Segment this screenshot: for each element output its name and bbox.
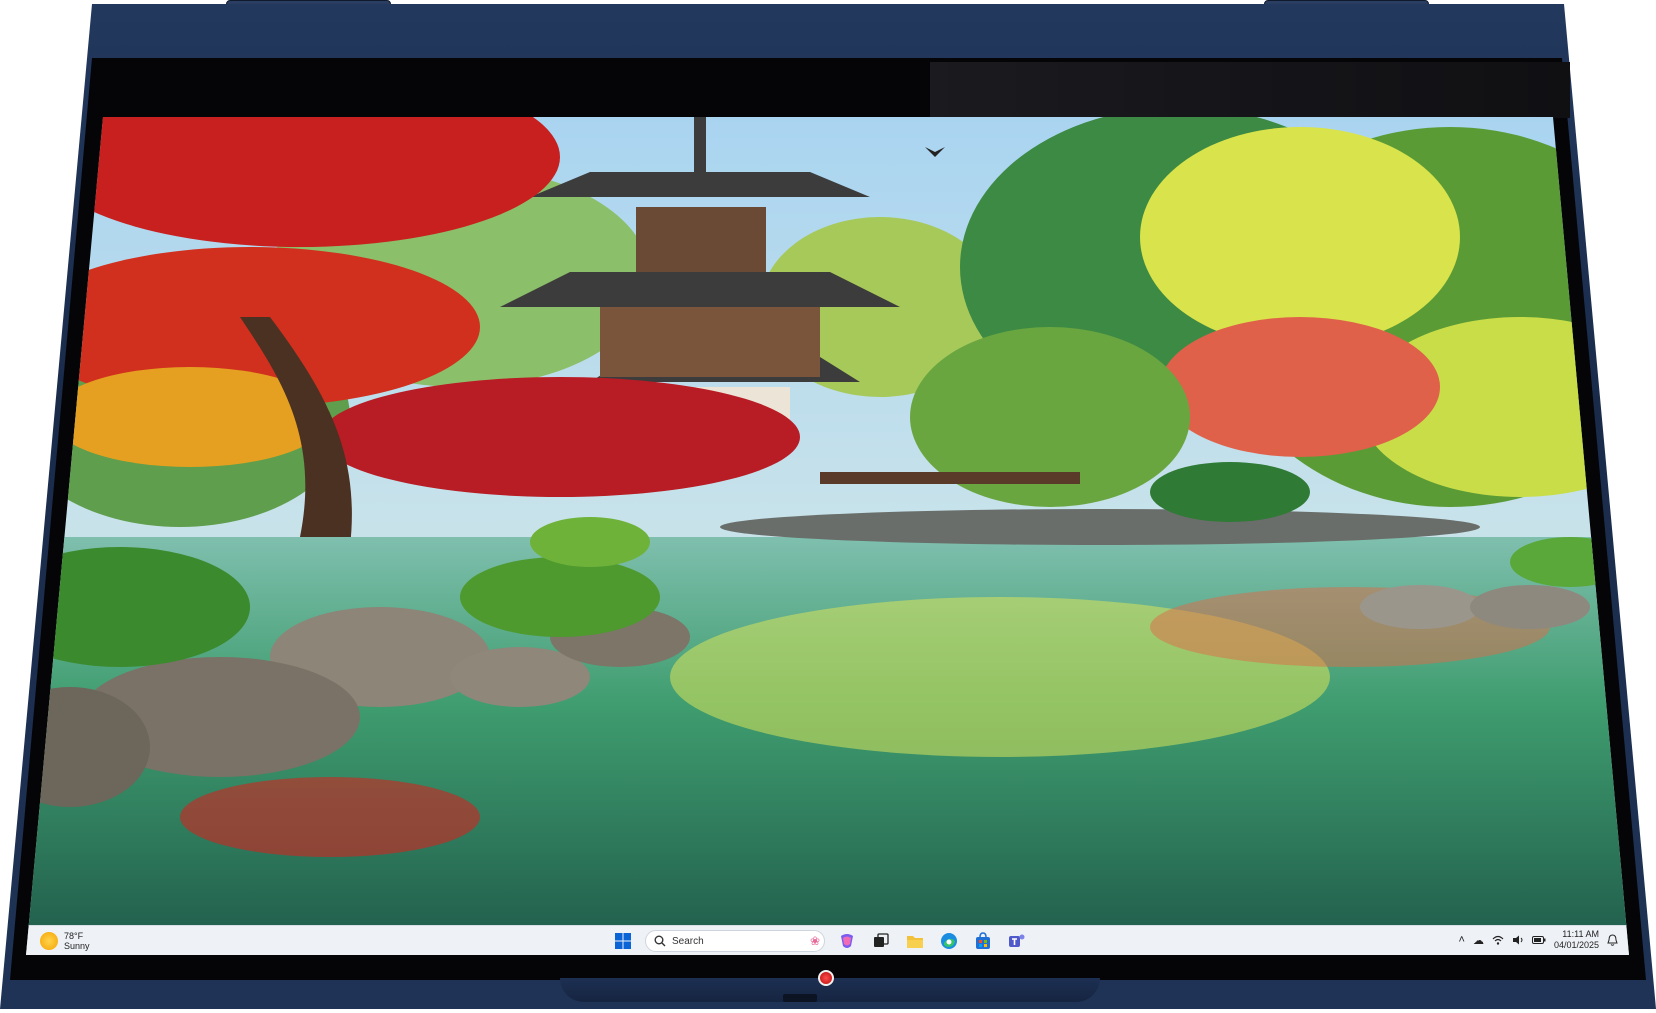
lotus-icon: ❀ <box>809 934 820 948</box>
sun-icon <box>40 932 58 950</box>
taskbar-clock[interactable]: 11:11 AM 04/01/2025 <box>1554 929 1599 951</box>
weather-temperature: 78°F <box>64 931 84 941</box>
battery-icon[interactable] <box>1531 936 1546 944</box>
teams-button[interactable] <box>1005 929 1029 953</box>
folder-icon <box>907 936 923 948</box>
weather-condition: Sunny <box>64 941 90 951</box>
desktop-screen: 78°F Sunny Search ❀ ˄ ☁ 11:11 AM 04/01/2… <box>26 117 1629 955</box>
store-button[interactable] <box>971 929 995 953</box>
weather-text: 78°F Sunny <box>64 931 90 951</box>
volume-icon[interactable] <box>1512 935 1524 945</box>
clock-time: 11:11 AM <box>1562 929 1599 939</box>
laptop-device: 78°F Sunny Search ❀ ˄ ☁ 11:11 AM 04/01/2… <box>0 0 1656 1013</box>
windows-taskbar: 78°F Sunny Search ❀ ˄ ☁ 11:11 AM 04/01/2… <box>26 925 1629 955</box>
edge-button[interactable] <box>937 929 961 953</box>
file-explorer-button[interactable] <box>903 929 927 953</box>
task-view-icon <box>874 933 889 947</box>
taskbar-center: Search ❀ <box>611 929 1029 953</box>
pen-button-icon <box>818 970 834 986</box>
cloud-icon[interactable]: ☁ <box>1473 934 1484 947</box>
system-tray: ˄ ☁ 11:11 AM 04/01/2025 <box>1459 929 1618 951</box>
windows-logo-icon <box>615 933 631 949</box>
wifi-icon[interactable] <box>1492 935 1504 945</box>
copilot-icon <box>841 934 853 948</box>
search-label: Search <box>672 935 704 947</box>
start-button[interactable] <box>611 929 635 953</box>
taskbar-search-box[interactable]: Search ❀ <box>645 930 825 952</box>
notification-bell-icon[interactable] <box>1607 934 1618 946</box>
copilot-button[interactable] <box>835 929 859 953</box>
desktop-wallpaper <box>26 117 1629 955</box>
task-view-button[interactable] <box>869 929 893 953</box>
teams-icon <box>1009 934 1025 947</box>
chevron-up-icon[interactable]: ˄ <box>1459 934 1465 946</box>
bezel-reflection <box>930 62 1570 118</box>
store-icon <box>976 932 990 949</box>
edge-icon <box>941 933 957 949</box>
usb-port <box>783 994 817 1002</box>
clock-date: 04/01/2025 <box>1553 940 1599 950</box>
search-icon <box>654 935 666 947</box>
weather-widget[interactable]: 78°F Sunny <box>40 931 90 951</box>
